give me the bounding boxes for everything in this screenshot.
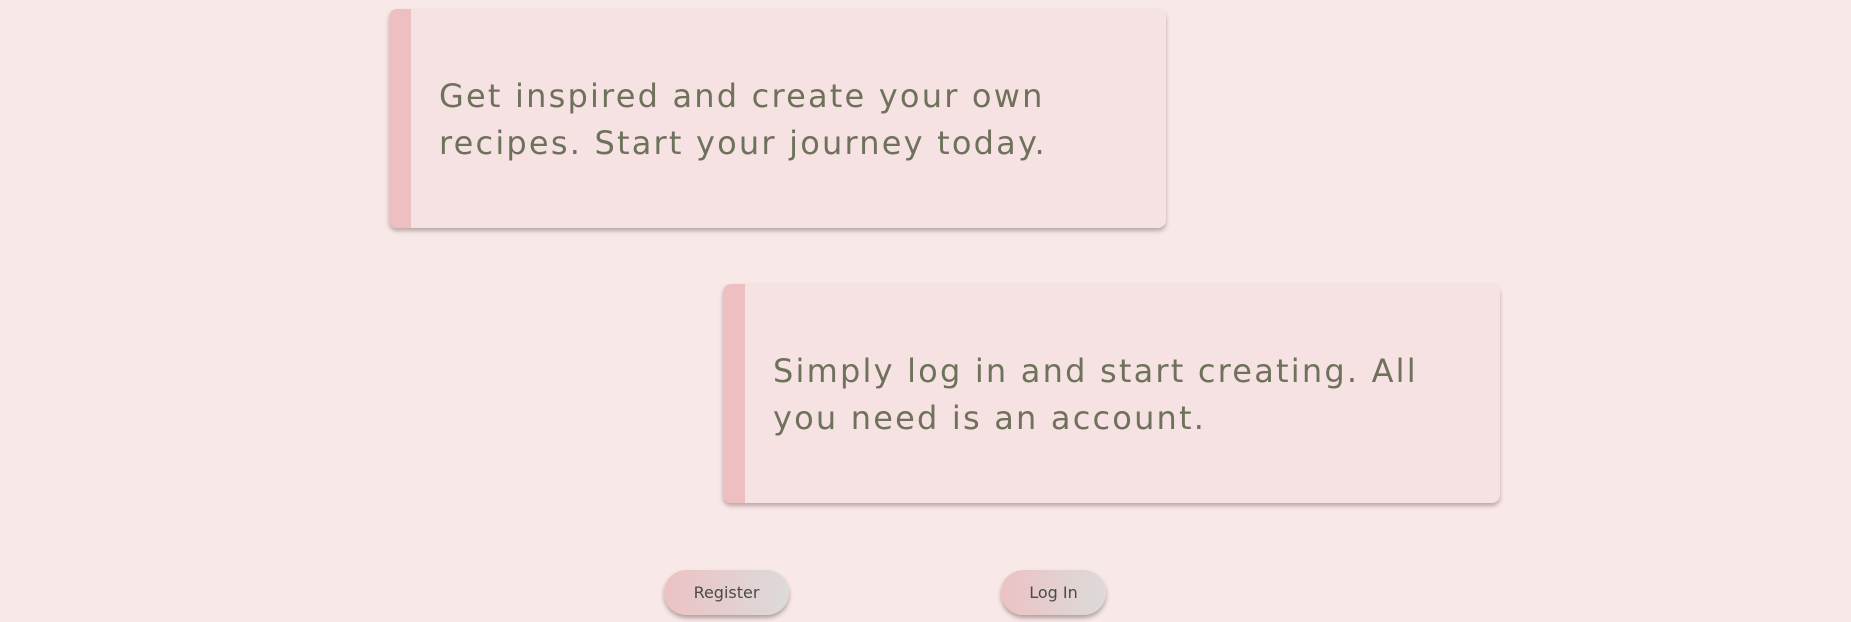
info-card-inspiration: Get inspired and create your own recipes…: [389, 9, 1166, 228]
register-button[interactable]: Register: [664, 570, 789, 615]
info-card-login-prompt: Simply log in and start creating. All yo…: [723, 284, 1500, 503]
card-accent-stripe: [723, 284, 745, 503]
card-text: Get inspired and create your own recipes…: [439, 77, 1047, 162]
card-accent-stripe: [389, 9, 411, 228]
card-text: Simply log in and start creating. All yo…: [773, 352, 1418, 437]
login-button[interactable]: Log In: [1001, 570, 1106, 615]
